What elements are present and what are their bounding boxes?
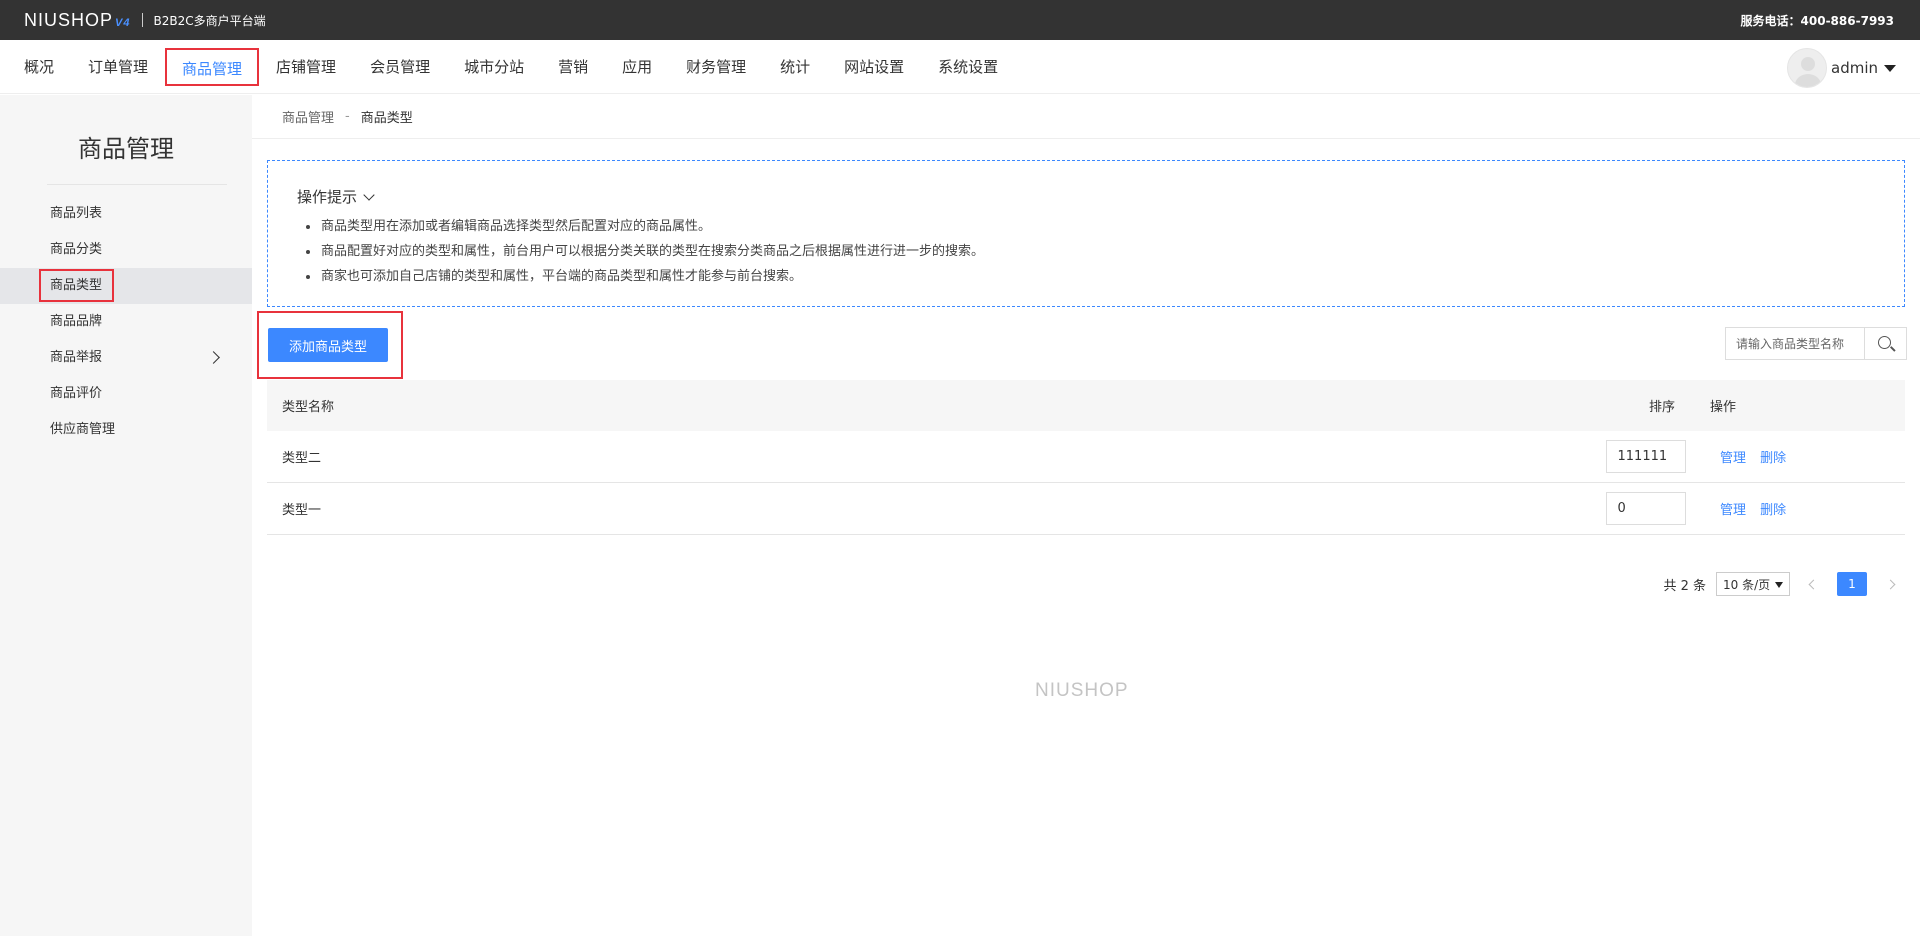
footer-logo: NIUSHOP: [1035, 680, 1129, 701]
user-name: admin: [1831, 59, 1878, 77]
chevron-left-icon[interactable]: [1808, 579, 1819, 589]
breadcrumb-current: 商品类型: [360, 111, 413, 126]
chevron-right-icon: [207, 351, 220, 364]
nav-item-shops[interactable]: 店铺管理: [276, 48, 336, 86]
breadcrumb: 商品管理 - 商品类型: [252, 95, 1920, 139]
sidebar-item-label: 商品类型: [39, 269, 115, 302]
tip-item: 商品配置好对应的类型和属性，前台用户可以根据分类关联的类型在搜索分类商品之后根据…: [297, 239, 1875, 264]
service-phone: 服务电话：400-886-7993: [1740, 13, 1894, 28]
operations-cell: 管理 删除: [1710, 499, 1905, 518]
manage-link[interactable]: 管理: [1720, 503, 1746, 518]
user-menu[interactable]: admin: [1787, 48, 1896, 88]
sidebar-item-goods-review[interactable]: 商品评价: [0, 376, 252, 412]
tip-item: 商品类型用在添加或者编辑商品选择类型然后配置对应的商品属性。: [297, 214, 1875, 239]
nav-item-finance[interactable]: 财务管理: [686, 48, 746, 86]
goods-type-table: 类型名称 排序 操作 类型二 管理 删除 类型一 管理 删除: [267, 380, 1905, 535]
column-header-name: 类型名称: [282, 400, 335, 415]
brand-logo[interactable]: NIUSHOP V4: [24, 10, 130, 31]
sidebar: 商品管理 商品列表 商品分类 商品类型 商品品牌 商品举报 商品评价 供应商管理: [0, 95, 252, 936]
divider: [47, 184, 227, 185]
table-row: 类型二 管理 删除: [267, 431, 1905, 483]
delete-link[interactable]: 删除: [1760, 451, 1786, 466]
pagination: 共 2 条 10 条/页 1: [1663, 572, 1896, 596]
sidebar-item-goods-report[interactable]: 商品举报: [0, 340, 252, 376]
breadcrumb-parent[interactable]: 商品管理: [282, 107, 334, 126]
sort-input[interactable]: [1605, 440, 1686, 473]
column-header-sort: 排序: [1648, 400, 1675, 415]
page-button-current[interactable]: 1: [1837, 572, 1867, 596]
search-icon[interactable]: [1864, 328, 1906, 359]
add-button-highlight: 添加商品类型: [257, 311, 403, 379]
manage-link[interactable]: 管理: [1720, 451, 1746, 466]
avatar: [1787, 48, 1827, 88]
sidebar-item-supplier[interactable]: 供应商管理: [0, 412, 252, 448]
tip-item: 商家也可添加自己店铺的类型和属性，平台端的商品类型和属性才能参与前台搜索。: [297, 264, 1875, 289]
chevron-down-icon: [363, 188, 375, 201]
top-bar: NIUSHOP V4 B2B2C多商户平台端 服务电话：400-886-7993: [0, 0, 1920, 40]
sort-cell: [1552, 492, 1710, 525]
nav-item-marketing[interactable]: 营销: [558, 48, 588, 86]
search-box: [1725, 327, 1907, 360]
operations-cell: 管理 删除: [1710, 447, 1905, 466]
nav-item-stats[interactable]: 统计: [780, 48, 810, 86]
sidebar-item-label: 商品举报: [50, 350, 103, 365]
nav-item-members[interactable]: 会员管理: [370, 48, 430, 86]
caret-down-icon: [1775, 582, 1783, 588]
delete-link[interactable]: 删除: [1760, 503, 1786, 518]
nav-item-city-sites[interactable]: 城市分站: [464, 48, 524, 86]
sidebar-item-goods-brand[interactable]: 商品品牌: [0, 304, 252, 340]
table-row: 类型一 管理 删除: [267, 483, 1905, 535]
type-name: 类型一: [282, 503, 322, 518]
logo-version: V4: [115, 16, 131, 29]
search-input[interactable]: [1726, 328, 1864, 359]
add-goods-type-button[interactable]: 添加商品类型: [268, 328, 388, 362]
sidebar-menu: 商品列表 商品分类 商品类型 商品品牌 商品举报 商品评价 供应商管理: [0, 196, 252, 448]
tips-list: 商品类型用在添加或者编辑商品选择类型然后配置对应的商品属性。 商品配置好对应的类…: [297, 214, 1875, 289]
nav-item-overview[interactable]: 概况: [24, 48, 54, 86]
column-header-op: 操作: [1710, 400, 1737, 415]
main-content: 商品管理 - 商品类型 操作提示 商品类型用在添加或者编辑商品选择类型然后配置对…: [252, 95, 1920, 936]
table-header: 类型名称 排序 操作: [267, 380, 1905, 431]
page-size-select[interactable]: 10 条/页: [1716, 572, 1790, 596]
nav-item-goods[interactable]: 商品管理: [165, 47, 260, 86]
sidebar-item-goods-list[interactable]: 商品列表: [0, 196, 252, 232]
nav-item-apps[interactable]: 应用: [622, 48, 652, 86]
caret-down-icon: [1884, 64, 1896, 72]
operation-tips: 操作提示 商品类型用在添加或者编辑商品选择类型然后配置对应的商品属性。 商品配置…: [267, 160, 1905, 307]
nav-item-orders[interactable]: 订单管理: [88, 48, 148, 86]
page-size-value: 10 条/页: [1723, 577, 1771, 592]
tips-title: 操作提示: [297, 188, 358, 206]
nav-item-site-settings[interactable]: 网站设置: [844, 48, 904, 86]
chevron-right-icon[interactable]: [1885, 579, 1896, 589]
nav-item-system-settings[interactable]: 系统设置: [938, 48, 998, 86]
divider: [142, 13, 144, 27]
type-name: 类型二: [282, 451, 322, 466]
sort-cell: [1552, 440, 1710, 473]
platform-subtitle: B2B2C多商户平台端: [153, 13, 266, 28]
sidebar-item-goods-type[interactable]: 商品类型: [0, 268, 252, 304]
main-nav: 概况 订单管理 商品管理 店铺管理 会员管理 城市分站 营销 应用 财务管理 统…: [0, 40, 1920, 94]
tips-toggle[interactable]: 操作提示: [297, 186, 1875, 207]
sidebar-title: 商品管理: [78, 135, 174, 163]
breadcrumb-separator: -: [345, 109, 350, 124]
sort-input[interactable]: [1605, 492, 1686, 525]
sidebar-item-goods-category[interactable]: 商品分类: [0, 232, 252, 268]
pager-total: 共 2 条: [1663, 578, 1706, 594]
